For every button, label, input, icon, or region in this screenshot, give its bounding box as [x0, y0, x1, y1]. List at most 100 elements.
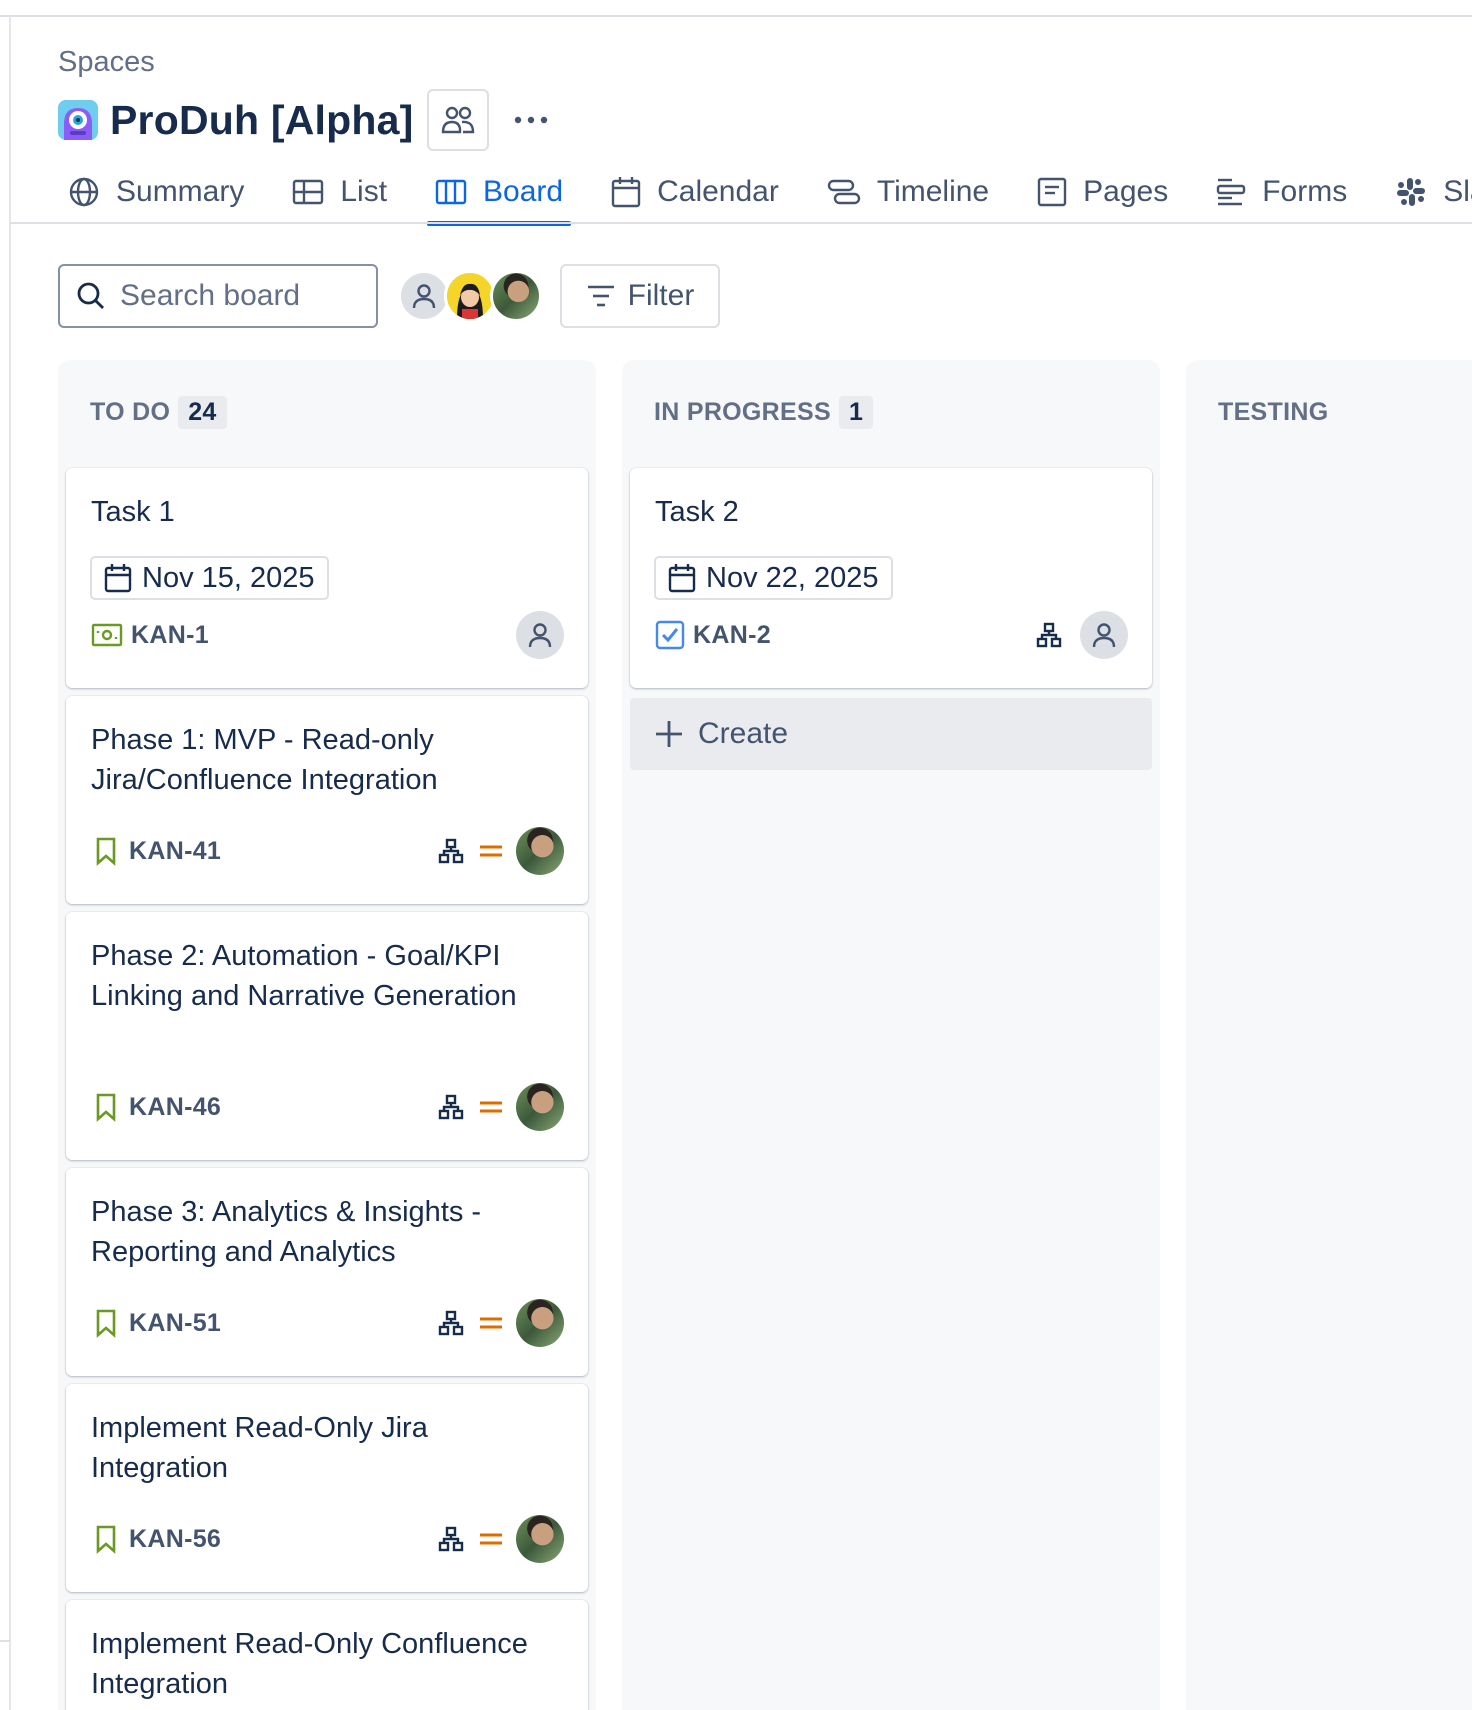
- tab-list[interactable]: List: [284, 166, 395, 218]
- plus-icon: [656, 721, 682, 747]
- tab-forms[interactable]: Forms: [1208, 166, 1355, 218]
- card-footer: KAN-56: [91, 1514, 564, 1564]
- card-title: Task 1: [91, 496, 175, 528]
- issue-key[interactable]: KAN-41: [129, 837, 221, 866]
- globe-icon: [69, 177, 99, 207]
- tab-slack[interactable]: Sla: [1387, 166, 1472, 218]
- issue-card[interactable]: Phase 3: Analytics & Insights - Reportin…: [66, 1168, 588, 1376]
- slack-icon: [1397, 178, 1426, 206]
- due-date-badge[interactable]: Nov 22, 2025: [654, 556, 893, 600]
- top-divider: [0, 15, 1472, 17]
- tab-timeline[interactable]: Timeline: [819, 166, 997, 218]
- child-issues-icon[interactable]: [436, 1092, 466, 1122]
- search-input[interactable]: Search board: [58, 264, 378, 328]
- due-date-badge[interactable]: Nov 15, 2025: [90, 556, 329, 600]
- board-icon: [435, 179, 467, 205]
- tabs-divider: [10, 222, 1472, 224]
- assignee-avatar[interactable]: [516, 611, 564, 659]
- card-title: Phase 3: Analytics & Insights - Reportin…: [91, 1196, 482, 1268]
- person-icon: [1092, 623, 1116, 648]
- column-title: TO DO: [90, 397, 171, 426]
- tab-label: List: [340, 175, 388, 208]
- due-date: Nov 15, 2025: [142, 561, 315, 594]
- tab-label: Pages: [1083, 175, 1169, 208]
- child-issues-icon[interactable]: [436, 1308, 466, 1338]
- assignee-avatar[interactable]: [516, 1515, 564, 1563]
- create-issue-button[interactable]: Create: [630, 698, 1152, 770]
- story-icon: [96, 837, 116, 866]
- card-title: Phase 1: MVP - Read-only Jira/Confluence…: [91, 724, 438, 796]
- issue-key[interactable]: KAN-56: [129, 1525, 221, 1554]
- priority-medium-icon: [476, 1092, 506, 1122]
- story-icon: [96, 1309, 116, 1338]
- child-issues-icon[interactable]: [436, 836, 466, 866]
- board-toolbar: Search board Filter: [58, 264, 720, 328]
- column-todo: TO DO 24 Task 1 Nov 15, 2025 KAN-1 Phase…: [58, 360, 596, 1710]
- column-count-badge: 1: [838, 395, 874, 429]
- assignee-avatar[interactable]: [516, 1299, 564, 1347]
- subtask-icon: [91, 623, 123, 647]
- child-issues-icon[interactable]: [436, 1524, 466, 1554]
- team-button[interactable]: [427, 89, 490, 151]
- calendar-icon: [611, 177, 641, 208]
- tab-board[interactable]: Board: [427, 166, 572, 226]
- avatar-user-photo[interactable]: [490, 270, 542, 322]
- search-placeholder: Search board: [120, 279, 301, 312]
- issue-card[interactable]: Task 1 Nov 15, 2025 KAN-1: [66, 468, 588, 688]
- more-actions-icon[interactable]: [509, 98, 553, 142]
- column-count-badge: 24: [178, 395, 227, 429]
- story-icon: [96, 1093, 116, 1122]
- forms-icon: [1217, 178, 1246, 206]
- story-icon: [96, 1525, 116, 1554]
- avatar-unassigned[interactable]: [398, 270, 450, 322]
- column-header: TESTING: [1218, 392, 1328, 432]
- task-icon: [655, 620, 685, 650]
- page-title: ProDuh [Alpha]: [110, 96, 414, 143]
- issue-key[interactable]: KAN-1: [131, 621, 209, 650]
- create-label: Create: [698, 717, 789, 750]
- tab-pages[interactable]: Pages: [1029, 166, 1176, 218]
- sidebar-edge: [9, 16, 11, 1710]
- tab-label: Board: [483, 175, 564, 208]
- issue-key[interactable]: KAN-51: [129, 1309, 221, 1338]
- card-footer: KAN-2: [655, 610, 1128, 660]
- due-date: Nov 22, 2025: [706, 561, 879, 594]
- issue-card[interactable]: Implement Read-Only Jira Integration KAN…: [66, 1384, 588, 1592]
- tab-summary[interactable]: Summary: [60, 166, 252, 218]
- list-icon: [293, 179, 324, 205]
- calendar-icon: [668, 564, 696, 593]
- search-icon: [77, 282, 104, 309]
- issue-card[interactable]: Phase 2: Automation - Goal/KPI Linking a…: [66, 912, 588, 1160]
- column-title: IN PROGRESS: [654, 397, 831, 426]
- issue-card[interactable]: Phase 1: MVP - Read-only Jira/Confluence…: [66, 696, 588, 904]
- filter-icon: [587, 285, 614, 307]
- issue-key[interactable]: KAN-2: [693, 621, 771, 650]
- issue-card[interactable]: Implement Read-Only Confluence Integrati…: [66, 1600, 588, 1710]
- column-testing: TESTING: [1186, 360, 1472, 1710]
- tab-label: Forms: [1262, 175, 1348, 208]
- card-title: Task 2: [655, 496, 739, 528]
- avatar-user-cartoon[interactable]: [444, 270, 496, 322]
- card-footer: KAN-1: [91, 610, 564, 660]
- project-header: ProDuh [Alpha]: [58, 89, 553, 151]
- tab-calendar[interactable]: Calendar: [603, 166, 787, 218]
- issue-card[interactable]: Task 2 Nov 22, 2025 KAN-2: [630, 468, 1152, 688]
- column-title: TESTING: [1218, 397, 1329, 426]
- card-footer: KAN-51: [91, 1298, 564, 1348]
- priority-medium-icon: [476, 836, 506, 866]
- filter-button[interactable]: Filter: [560, 264, 720, 328]
- card-title: Phase 2: Automation - Goal/KPI Linking a…: [91, 940, 517, 1012]
- assignee-avatar[interactable]: [516, 827, 564, 875]
- tab-label: Sla: [1443, 175, 1472, 208]
- card-footer: KAN-46: [91, 1082, 564, 1132]
- child-issues-icon[interactable]: [1034, 620, 1064, 650]
- assignee-avatar[interactable]: [1080, 611, 1128, 659]
- breadcrumb[interactable]: Spaces: [58, 46, 155, 79]
- filter-label: Filter: [627, 279, 695, 312]
- column-in-progress: IN PROGRESS 1 Task 2 Nov 22, 2025 KAN-2 …: [622, 360, 1160, 1710]
- issue-key[interactable]: KAN-46: [129, 1093, 221, 1122]
- calendar-icon: [104, 564, 132, 593]
- assignee-avatar[interactable]: [516, 1083, 564, 1131]
- avatar-group: [398, 270, 542, 322]
- timeline-icon: [827, 179, 861, 205]
